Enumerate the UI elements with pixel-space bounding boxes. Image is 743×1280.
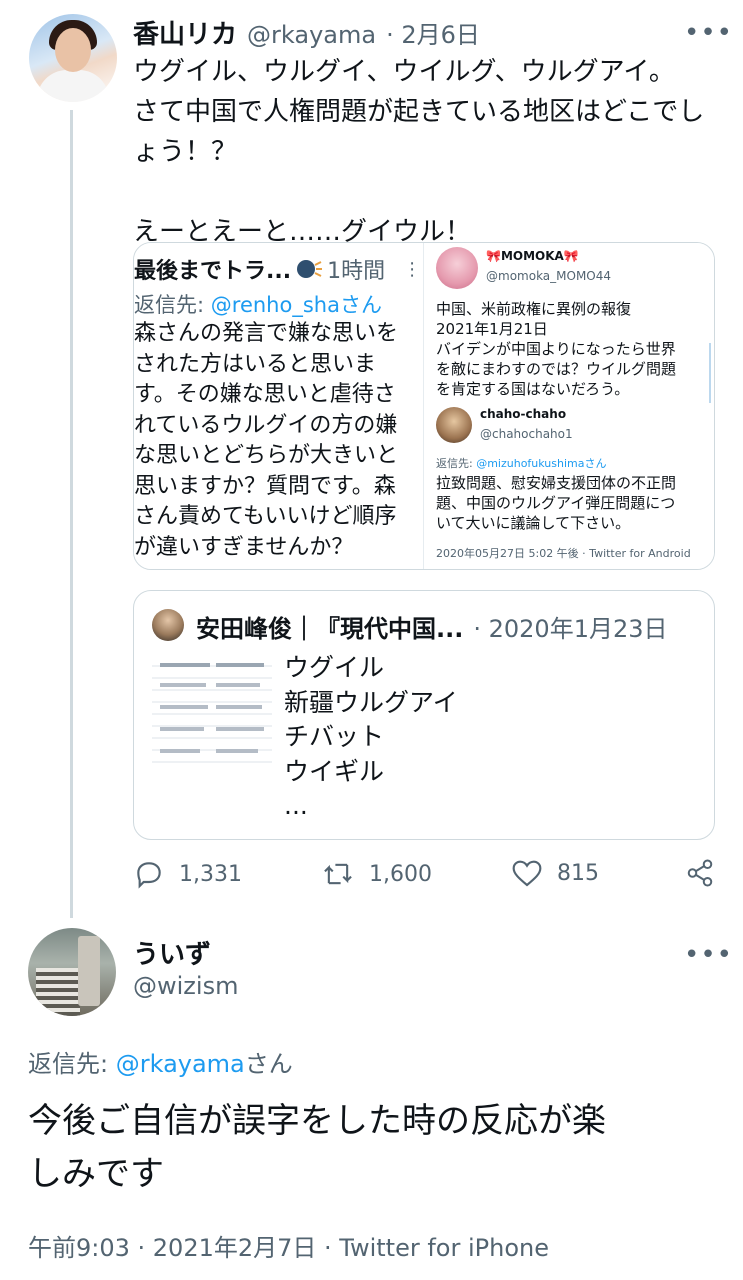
reply-button[interactable]: 1,331 bbox=[133, 858, 242, 890]
tweet-date[interactable]: · 2月6日 bbox=[386, 15, 480, 50]
user2-reply-to: 返信先: @mizuhofukushimaさん bbox=[436, 455, 606, 471]
retweet-button[interactable]: 1,600 bbox=[321, 858, 432, 890]
user2-handle: @chahochaho1 bbox=[480, 427, 573, 441]
retweet-count: 1,600 bbox=[369, 861, 432, 887]
reply-suffix: さん bbox=[584, 457, 607, 470]
thumb-line bbox=[160, 663, 210, 667]
author-handle[interactable]: @wizism bbox=[133, 972, 238, 1000]
author-name[interactable]: ういず bbox=[133, 934, 211, 971]
embedded-reply-to: 返信先: @renho_shaさん bbox=[134, 289, 382, 319]
author-handle[interactable]: @rkayama bbox=[247, 21, 376, 49]
like-button[interactable]: 815 bbox=[511, 858, 599, 888]
avatar[interactable] bbox=[28, 928, 116, 1016]
reply-to-label: 返信先: bbox=[134, 293, 211, 317]
tweet-timestamp[interactable]: 午前9:03 · 2021年2月7日 · Twitter for iPhone bbox=[28, 1228, 549, 1263]
tweet-header: 香山リカ @rkayama · 2月6日 bbox=[133, 14, 480, 51]
momoka-avatar bbox=[436, 247, 478, 289]
thumb-line bbox=[216, 683, 260, 687]
reply-handle: @mizuhofukushima bbox=[476, 457, 585, 470]
speaking-head-icon bbox=[297, 260, 323, 278]
avatar[interactable] bbox=[29, 14, 117, 102]
quote-avatar bbox=[152, 609, 184, 641]
reply-to-line: 返信先: @rkayamaさん bbox=[28, 1044, 293, 1079]
more-icon[interactable]: ••• bbox=[684, 942, 733, 968]
embedded-scrollbar bbox=[709, 343, 711, 403]
media-image-left[interactable]: 最後までトラ... 1時間 ⋮ 返信先: @renho_shaさん 森さんの発言… bbox=[134, 243, 424, 569]
quote-text: ウグイル 新疆ウルグアイ チバット ウイギル ... bbox=[284, 653, 458, 820]
thumb-line bbox=[160, 705, 208, 709]
thumb-line bbox=[160, 683, 206, 687]
quote-author: 安田峰俊｜『現代中国... bbox=[196, 615, 464, 643]
user2-name: chaho-chaho bbox=[480, 407, 567, 421]
quote-thumbnail bbox=[152, 655, 272, 773]
thumb-line bbox=[160, 727, 204, 731]
embedded-body: 森さんの発言で嫌な思いを された方はいると思いま す。その嫌な思いと虐待さ れて… bbox=[134, 321, 399, 560]
avatar-face bbox=[55, 28, 91, 72]
avatar-coat bbox=[37, 70, 109, 102]
share-button[interactable] bbox=[685, 858, 715, 888]
reply-to-handle: @renho_sha bbox=[210, 293, 340, 317]
reply-count: 1,331 bbox=[179, 861, 242, 887]
user1-text: 中国、米前政権に異例の報復 2021年1月21日 バイデンが中国よりになったら世… bbox=[436, 300, 677, 398]
like-icon bbox=[512, 860, 542, 887]
more-icon[interactable]: ••• bbox=[684, 20, 733, 46]
thumb-line bbox=[160, 749, 200, 753]
chaho-avatar bbox=[436, 407, 472, 443]
reply-to-suffix: さん bbox=[244, 1050, 293, 1078]
embedded-footer: 2020年05月27日 5:02 午後 · Twitter for Androi… bbox=[436, 547, 691, 560]
quote-header: 安田峰俊｜『現代中国... · 2020年1月23日 bbox=[196, 609, 668, 644]
quote-date: · 2020年1月23日 bbox=[473, 615, 668, 643]
user2-text: 拉致問題、慰安婦支援団体の不正問 題、中国のウルグアイ弾圧問題につ いて大いに議… bbox=[436, 474, 677, 532]
tweet-text: ウグイル、ウルグイ、ウイルグ、ウルグアイ。 さて中国で人権問題が起きている地区は… bbox=[133, 57, 705, 247]
reply-to-suffix: さん bbox=[339, 293, 382, 317]
tweet-actions: 1,331 1,600 815 bbox=[133, 858, 718, 898]
tweet-text: 今後ご自信が誤字をした時の反応が楽 しみです bbox=[28, 1101, 606, 1194]
user1-name: 🎀MOMOKA🎀 bbox=[486, 249, 579, 263]
share-icon bbox=[687, 859, 713, 887]
reply-label: 返信先: bbox=[436, 457, 477, 470]
vertical-more-icon: ⋮ bbox=[403, 258, 422, 280]
thumb-line bbox=[216, 663, 264, 667]
avatar-steps bbox=[36, 968, 80, 1016]
reply-icon bbox=[137, 862, 161, 889]
like-count: 815 bbox=[557, 860, 599, 886]
thumb-line bbox=[216, 727, 264, 731]
media-card[interactable]: 最後までトラ... 1時間 ⋮ 返信先: @renho_shaさん 森さんの発言… bbox=[133, 242, 715, 570]
quote-tweet-card[interactable]: 安田峰俊｜『現代中国... · 2020年1月23日 ウグイル 新疆ウルグアイ … bbox=[133, 590, 715, 840]
reply-to-handle[interactable]: @rkayama bbox=[116, 1050, 245, 1078]
reply-to-label: 返信先: bbox=[28, 1050, 116, 1078]
thumb-line bbox=[216, 705, 262, 709]
author-name[interactable]: 香山リカ bbox=[133, 14, 237, 51]
media-image-right[interactable]: 🎀MOMOKA🎀 @momoka_MOMO44 中国、米前政権に異例の報復 20… bbox=[426, 243, 714, 569]
retweet-icon bbox=[324, 863, 352, 885]
embedded-time: 1時間 bbox=[327, 259, 386, 284]
avatar-stone bbox=[78, 936, 100, 1006]
user1-handle: @momoka_MOMO44 bbox=[486, 269, 612, 283]
embedded-author: 最後までトラ... bbox=[134, 259, 292, 284]
embedded-tweet-header: 最後までトラ... 1時間 ⋮ bbox=[134, 253, 424, 285]
thread-connector-line bbox=[70, 110, 73, 918]
thumb-line bbox=[216, 749, 258, 753]
